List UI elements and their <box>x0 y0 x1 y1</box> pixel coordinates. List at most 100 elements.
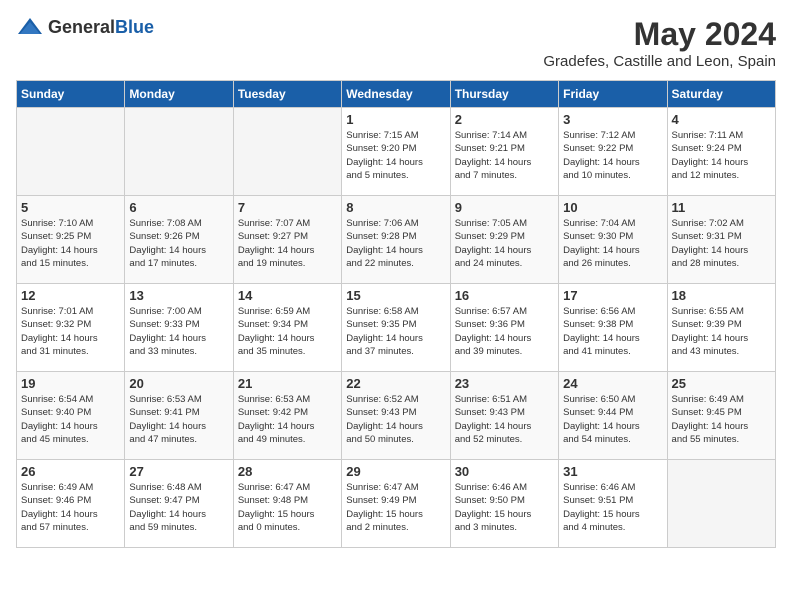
day-number: 20 <box>129 376 228 391</box>
calendar-cell <box>17 108 125 196</box>
day-number: 29 <box>346 464 445 479</box>
logo-text: GeneralBlue <box>48 17 154 38</box>
day-info: Sunrise: 7:12 AM Sunset: 9:22 PM Dayligh… <box>563 129 662 182</box>
calendar-cell: 22 Sunrise: 6:52 AM Sunset: 9:43 PM Dayli… <box>342 372 450 460</box>
day-info: Sunrise: 6:50 AM Sunset: 9:44 PM Dayligh… <box>563 393 662 446</box>
day-number: 7 <box>238 200 337 215</box>
day-info: Sunrise: 6:48 AM Sunset: 9:47 PM Dayligh… <box>129 481 228 534</box>
day-info: Sunrise: 7:15 AM Sunset: 9:20 PM Dayligh… <box>346 129 445 182</box>
day-number: 26 <box>21 464 120 479</box>
calendar-cell: 13 Sunrise: 7:00 AM Sunset: 9:33 PM Dayli… <box>125 284 233 372</box>
title-area: May 2024 Gradefes, Castille and Leon, Sp… <box>543 16 776 70</box>
day-of-week-header: Friday <box>559 81 667 108</box>
day-info: Sunrise: 6:46 AM Sunset: 9:50 PM Dayligh… <box>455 481 554 534</box>
day-info: Sunrise: 6:53 AM Sunset: 9:41 PM Dayligh… <box>129 393 228 446</box>
day-number: 10 <box>563 200 662 215</box>
calendar-cell: 19Sunrise: 6:54 AM Sunset: 9:40 PM Dayli… <box>17 372 125 460</box>
calendar-cell: 28 Sunrise: 6:47 AM Sunset: 9:48 PM Dayli… <box>233 460 341 548</box>
day-info: Sunrise: 7:02 AM Sunset: 9:31 PM Dayligh… <box>672 217 771 270</box>
day-of-week-header: Tuesday <box>233 81 341 108</box>
day-number: 24 <box>563 376 662 391</box>
day-info: Sunrise: 6:56 AM Sunset: 9:38 PM Dayligh… <box>563 305 662 358</box>
day-number: 19 <box>21 376 120 391</box>
day-number: 17 <box>563 288 662 303</box>
calendar-week-row: 19Sunrise: 6:54 AM Sunset: 9:40 PM Dayli… <box>17 372 776 460</box>
day-number: 30 <box>455 464 554 479</box>
day-info: Sunrise: 7:04 AM Sunset: 9:30 PM Dayligh… <box>563 217 662 270</box>
calendar-cell: 24 Sunrise: 6:50 AM Sunset: 9:44 PM Dayli… <box>559 372 667 460</box>
day-info: Sunrise: 6:52 AM Sunset: 9:43 PM Dayligh… <box>346 393 445 446</box>
day-info: Sunrise: 6:46 AM Sunset: 9:51 PM Dayligh… <box>563 481 662 534</box>
calendar-cell: 16 Sunrise: 6:57 AM Sunset: 9:36 PM Dayli… <box>450 284 558 372</box>
day-number: 3 <box>563 112 662 127</box>
calendar-body: 1 Sunrise: 7:15 AM Sunset: 9:20 PM Daylig… <box>17 108 776 548</box>
calendar-cell: 10 Sunrise: 7:04 AM Sunset: 9:30 PM Dayli… <box>559 196 667 284</box>
calendar-cell: 23 Sunrise: 6:51 AM Sunset: 9:43 PM Dayli… <box>450 372 558 460</box>
day-of-week-header: Wednesday <box>342 81 450 108</box>
day-number: 27 <box>129 464 228 479</box>
day-info: Sunrise: 6:57 AM Sunset: 9:36 PM Dayligh… <box>455 305 554 358</box>
day-number: 18 <box>672 288 771 303</box>
day-number: 31 <box>563 464 662 479</box>
day-number: 23 <box>455 376 554 391</box>
calendar-week-row: 12 Sunrise: 7:01 AM Sunset: 9:32 PM Dayli… <box>17 284 776 372</box>
day-info: Sunrise: 6:58 AM Sunset: 9:35 PM Dayligh… <box>346 305 445 358</box>
calendar-cell: 6Sunrise: 7:08 AM Sunset: 9:26 PM Daylig… <box>125 196 233 284</box>
day-number: 12 <box>21 288 120 303</box>
calendar-cell: 15 Sunrise: 6:58 AM Sunset: 9:35 PM Dayli… <box>342 284 450 372</box>
day-info: Sunrise: 7:07 AM Sunset: 9:27 PM Dayligh… <box>238 217 337 270</box>
calendar-cell: 1 Sunrise: 7:15 AM Sunset: 9:20 PM Daylig… <box>342 108 450 196</box>
day-number: 15 <box>346 288 445 303</box>
day-info: Sunrise: 6:55 AM Sunset: 9:39 PM Dayligh… <box>672 305 771 358</box>
calendar-cell: 26Sunrise: 6:49 AM Sunset: 9:46 PM Dayli… <box>17 460 125 548</box>
day-number: 14 <box>238 288 337 303</box>
calendar-week-row: 5 Sunrise: 7:10 AM Sunset: 9:25 PM Daylig… <box>17 196 776 284</box>
calendar-cell: 5 Sunrise: 7:10 AM Sunset: 9:25 PM Daylig… <box>17 196 125 284</box>
day-number: 22 <box>346 376 445 391</box>
calendar-cell <box>125 108 233 196</box>
day-number: 21 <box>238 376 337 391</box>
day-number: 1 <box>346 112 445 127</box>
calendar-cell: 4 Sunrise: 7:11 AM Sunset: 9:24 PM Daylig… <box>667 108 775 196</box>
day-number: 11 <box>672 200 771 215</box>
calendar-cell: 29 Sunrise: 6:47 AM Sunset: 9:49 PM Dayli… <box>342 460 450 548</box>
calendar-cell: 18 Sunrise: 6:55 AM Sunset: 9:39 PM Dayli… <box>667 284 775 372</box>
day-info: Sunrise: 7:01 AM Sunset: 9:32 PM Dayligh… <box>21 305 120 358</box>
day-info: Sunrise: 7:00 AM Sunset: 9:33 PM Dayligh… <box>129 305 228 358</box>
calendar-cell: 7 Sunrise: 7:07 AM Sunset: 9:27 PM Daylig… <box>233 196 341 284</box>
day-info: Sunrise: 7:10 AM Sunset: 9:25 PM Dayligh… <box>21 217 120 270</box>
day-of-week-header: Saturday <box>667 81 775 108</box>
location-title: Gradefes, Castille and Leon, Spain <box>543 53 776 70</box>
day-info: Sunrise: 7:14 AM Sunset: 9:21 PM Dayligh… <box>455 129 554 182</box>
day-info: Sunrise: 6:51 AM Sunset: 9:43 PM Dayligh… <box>455 393 554 446</box>
day-number: 13 <box>129 288 228 303</box>
day-info: Sunrise: 6:47 AM Sunset: 9:49 PM Dayligh… <box>346 481 445 534</box>
calendar-cell: 25 Sunrise: 6:49 AM Sunset: 9:45 PM Dayli… <box>667 372 775 460</box>
day-info: Sunrise: 7:05 AM Sunset: 9:29 PM Dayligh… <box>455 217 554 270</box>
calendar-cell: 8Sunrise: 7:06 AM Sunset: 9:28 PM Daylig… <box>342 196 450 284</box>
day-info: Sunrise: 6:49 AM Sunset: 9:45 PM Dayligh… <box>672 393 771 446</box>
calendar-cell <box>233 108 341 196</box>
calendar-cell <box>667 460 775 548</box>
day-of-week-header: Monday <box>125 81 233 108</box>
calendar-cell: 9Sunrise: 7:05 AM Sunset: 9:29 PM Daylig… <box>450 196 558 284</box>
calendar-cell: 21Sunrise: 6:53 AM Sunset: 9:42 PM Dayli… <box>233 372 341 460</box>
calendar-cell: 31 Sunrise: 6:46 AM Sunset: 9:51 PM Dayli… <box>559 460 667 548</box>
day-info: Sunrise: 6:47 AM Sunset: 9:48 PM Dayligh… <box>238 481 337 534</box>
calendar-header-row: SundayMondayTuesdayWednesdayThursdayFrid… <box>17 81 776 108</box>
calendar-cell: 27 Sunrise: 6:48 AM Sunset: 9:47 PM Dayli… <box>125 460 233 548</box>
day-number: 25 <box>672 376 771 391</box>
day-info: Sunrise: 7:11 AM Sunset: 9:24 PM Dayligh… <box>672 129 771 182</box>
day-number: 4 <box>672 112 771 127</box>
logo: GeneralBlue <box>16 16 154 38</box>
calendar-cell: 2Sunrise: 7:14 AM Sunset: 9:21 PM Daylig… <box>450 108 558 196</box>
calendar-cell: 20 Sunrise: 6:53 AM Sunset: 9:41 PM Dayli… <box>125 372 233 460</box>
day-number: 5 <box>21 200 120 215</box>
day-info: Sunrise: 7:06 AM Sunset: 9:28 PM Dayligh… <box>346 217 445 270</box>
page-header: GeneralBlue May 2024 Gradefes, Castille … <box>16 16 776 70</box>
calendar-table: SundayMondayTuesdayWednesdayThursdayFrid… <box>16 80 776 548</box>
day-number: 16 <box>455 288 554 303</box>
calendar-week-row: 26Sunrise: 6:49 AM Sunset: 9:46 PM Dayli… <box>17 460 776 548</box>
calendar-cell: 30 Sunrise: 6:46 AM Sunset: 9:50 PM Dayli… <box>450 460 558 548</box>
day-number: 28 <box>238 464 337 479</box>
